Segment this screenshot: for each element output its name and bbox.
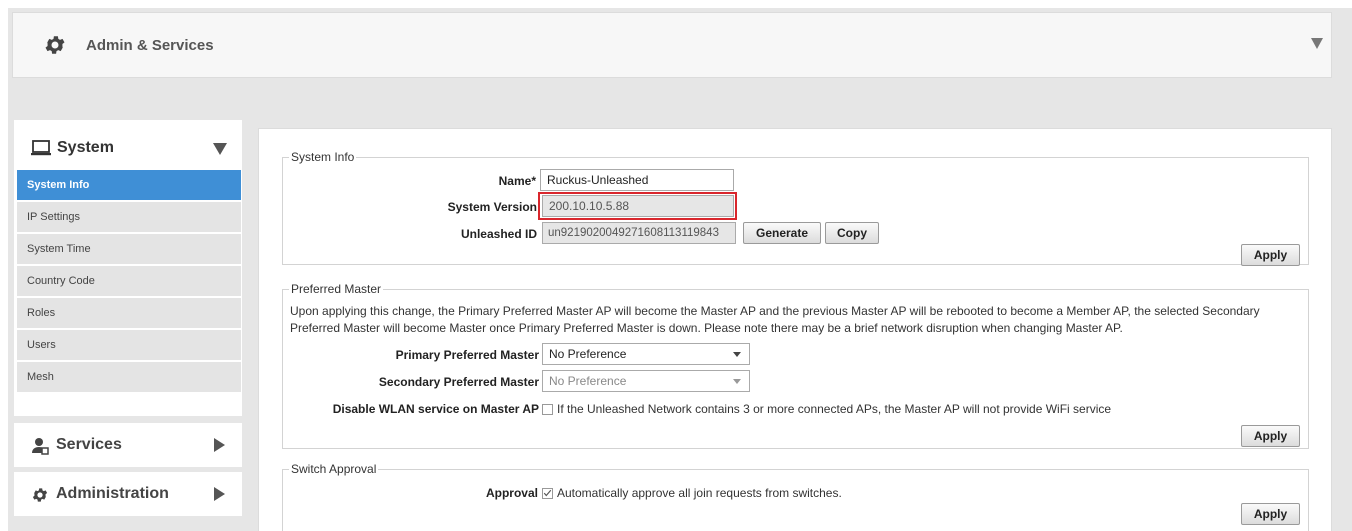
disable-wlan-label: Disable WLAN service on Master AP bbox=[332, 402, 539, 416]
primary-preferred-master-label: Primary Preferred Master bbox=[395, 348, 539, 362]
approval-label: Approval bbox=[485, 486, 538, 500]
description-line-2: Preferred Master will become Master once… bbox=[290, 321, 1123, 335]
system-info-apply-button[interactable]: Apply bbox=[1241, 244, 1300, 266]
chevron-right-icon[interactable] bbox=[212, 437, 226, 453]
sidebar-item-system-time[interactable]: System Time bbox=[17, 234, 241, 264]
switch-approval-apply-button[interactable]: Apply bbox=[1241, 503, 1300, 525]
sidebar-item-roles[interactable]: Roles bbox=[17, 298, 241, 328]
unleashed-id-field: un92190200492716081131198​43 bbox=[542, 222, 736, 244]
system-panel-header[interactable]: System bbox=[14, 120, 242, 170]
secondary-preferred-master-select[interactable]: No Preference bbox=[542, 370, 750, 392]
secondary-preferred-master-label: Secondary Preferred Master bbox=[378, 375, 539, 389]
copy-button[interactable]: Copy bbox=[825, 222, 879, 244]
highlight-box bbox=[538, 192, 737, 220]
system-panel-label: System bbox=[57, 139, 114, 156]
preferred-master-description: Upon applying this change, the Primary P… bbox=[290, 303, 1300, 337]
system-info-section: System Info bbox=[282, 150, 1309, 265]
sidebar-item-ip-settings[interactable]: IP Settings bbox=[17, 202, 241, 232]
approval-text: Automatically approve all join requests … bbox=[557, 486, 842, 500]
primary-preferred-master-select[interactable]: No Preference bbox=[542, 343, 750, 365]
disable-wlan-text: If the Unleashed Network contains 3 or m… bbox=[557, 402, 1112, 416]
sidebar-item-system-info[interactable]: System Info bbox=[17, 170, 241, 200]
system-version-label: System Version bbox=[447, 200, 537, 214]
header-title: Admin & Services bbox=[86, 37, 214, 54]
switch-approval-section: Switch Approval bbox=[282, 462, 1309, 531]
checkmark-icon bbox=[543, 489, 552, 497]
primary-preferred-master-value: No Preference bbox=[549, 347, 627, 361]
chevron-down-icon[interactable] bbox=[212, 142, 228, 156]
approval-checkbox[interactable] bbox=[542, 488, 553, 499]
system-info-legend: System Info bbox=[289, 150, 357, 164]
preferred-master-legend: Preferred Master bbox=[289, 282, 384, 296]
unleashed-id-label: Unleashed ID bbox=[460, 227, 537, 241]
chevron-down-icon bbox=[733, 352, 741, 357]
gear-icon bbox=[45, 36, 65, 54]
monitor-icon bbox=[31, 140, 51, 156]
sidebar-item-mesh[interactable]: Mesh bbox=[17, 362, 241, 392]
administration-panel[interactable]: Administration bbox=[14, 472, 242, 516]
name-label: Name* bbox=[498, 174, 536, 188]
generate-button[interactable]: Generate bbox=[743, 222, 821, 244]
gear-icon bbox=[32, 488, 48, 502]
services-panel[interactable]: Services bbox=[14, 423, 242, 467]
sidebar-item-country-code[interactable]: Country Code bbox=[17, 266, 241, 296]
services-label: Services bbox=[56, 436, 122, 453]
description-line-1: Upon applying this change, the Primary P… bbox=[290, 304, 1260, 318]
admin-services-header[interactable]: Admin & Services bbox=[12, 12, 1332, 78]
collapse-triangle-icon[interactable] bbox=[1309, 35, 1325, 51]
chevron-down-icon bbox=[733, 379, 741, 384]
name-input[interactable]: Ruckus-Unleashed bbox=[540, 169, 734, 191]
services-icon bbox=[32, 438, 49, 455]
switch-approval-legend: Switch Approval bbox=[289, 462, 379, 476]
sidebar-item-users[interactable]: Users bbox=[17, 330, 241, 360]
preferred-master-apply-button[interactable]: Apply bbox=[1241, 425, 1300, 447]
secondary-preferred-master-value: No Preference bbox=[549, 374, 627, 388]
disable-wlan-checkbox[interactable] bbox=[542, 404, 553, 415]
chevron-right-icon[interactable] bbox=[212, 486, 226, 502]
administration-label: Administration bbox=[56, 485, 169, 502]
